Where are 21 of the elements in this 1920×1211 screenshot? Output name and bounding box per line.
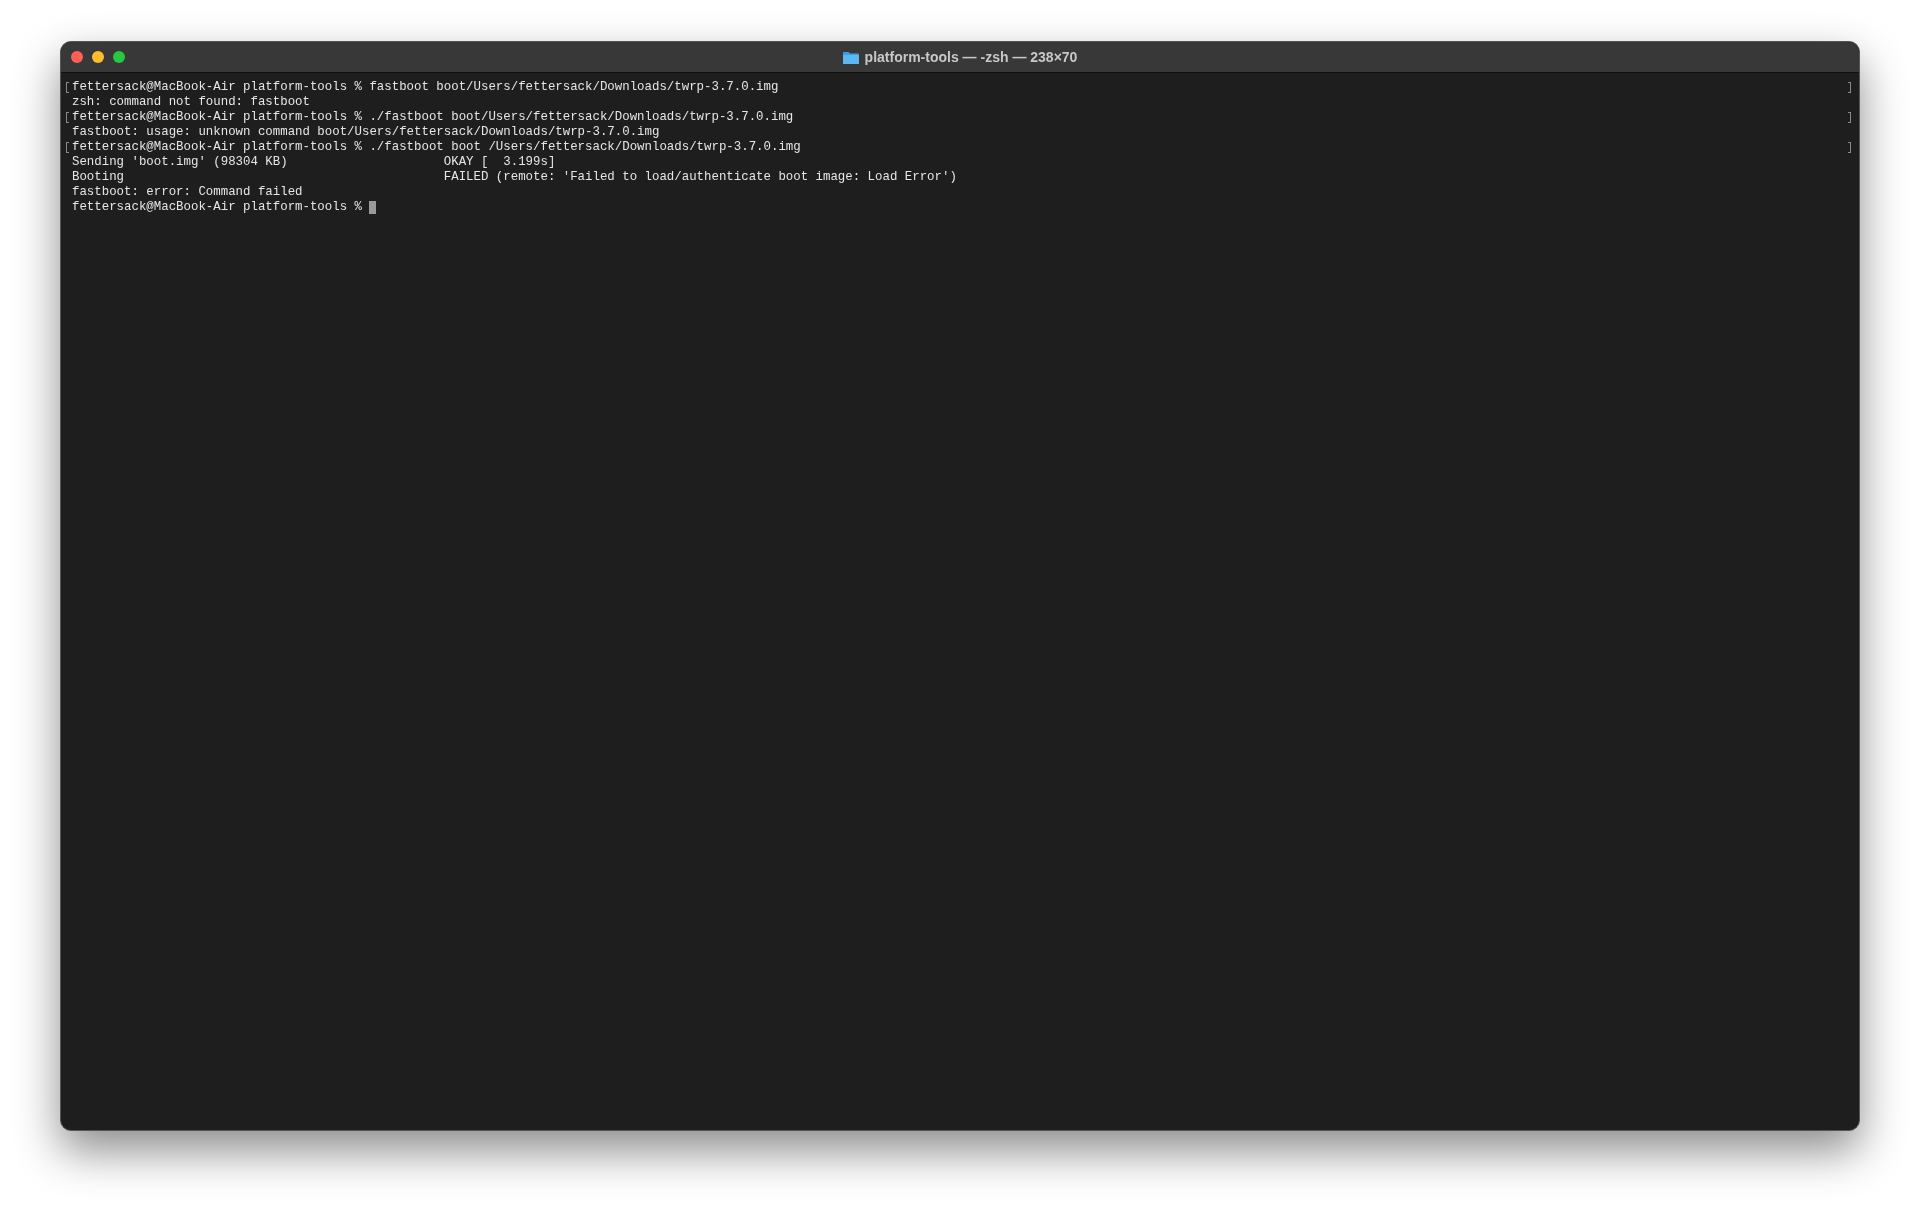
output-line: zsh: command not found: fastboot [72, 95, 310, 110]
mark-bracket-icon [1848, 142, 1851, 153]
zoom-button[interactable] [113, 51, 125, 63]
mark-bracket-icon [66, 142, 69, 153]
command-line: fettersack@MacBook-Air platform-tools % ./fastboot boot/Users/fettersack/Downloads/twrp-3.7.0.img [72, 110, 794, 125]
window-title: platform-tools — -zsh — 238×70 [864, 49, 1078, 65]
prompt-line: fettersack@MacBook-Air platform-tools % [72, 200, 363, 215]
command-line: fettersack@MacBook-Air platform-tools % ./fastboot boot /Users/fettersack/Downloads/twrp-3.7.0.img [72, 140, 801, 155]
text-cursor [369, 201, 377, 214]
output-line: fastboot: error: Command failed [72, 185, 303, 200]
mark-bracket-icon [1848, 112, 1851, 123]
mark-bracket-icon [66, 82, 69, 93]
output-line: Booting FAILED (remote: 'Failed to load/authenticate boot image: Load Error') [72, 170, 957, 185]
output-line: Sending 'boot.img' (98304 KB) OKAY [ 3.199s] [72, 155, 556, 170]
mark-bracket-icon [1848, 82, 1851, 93]
command-line: fettersack@MacBook-Air platform-tools % fastboot boot/Users/fettersack/Downloads/twrp-3.7.0.img [72, 80, 779, 95]
mark-bracket-icon [66, 112, 69, 123]
close-button[interactable] [71, 51, 83, 63]
folder-icon [842, 50, 859, 64]
minimize-button[interactable] [92, 51, 104, 63]
output-line: fastboot: usage: unknown command boot/Users/fettersack/Downloads/twrp-3.7.0.img [72, 125, 660, 140]
